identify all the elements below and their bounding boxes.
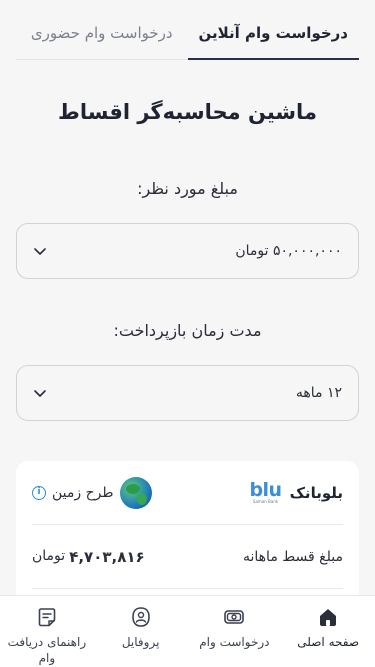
tab-online-loan[interactable]: درخواست وام آنلاین xyxy=(187,0,360,60)
amount-label: مبلغ مورد نظر: xyxy=(137,179,238,198)
amount-select[interactable]: ۵۰,۰۰۰,۰۰۰ تومان xyxy=(16,223,359,279)
bottom-navigation: صفحه اصلی درخواست وام پروفایل راهنمای در… xyxy=(0,595,375,667)
guide-icon xyxy=(38,608,56,627)
installment-row: مبلغ قسط ماهانه ۴,۷۰۳,۸۱۶ تومان xyxy=(32,525,343,589)
duration-select[interactable]: ۱۲ ماهه xyxy=(16,365,359,421)
loan-calculator-screen: درخواست وام آنلاین درخواست وام حضوری ماش… xyxy=(0,0,375,667)
duration-value: ۱۲ ماهه xyxy=(295,385,342,401)
page-title: ماشین محاسبه‌گر اقساط xyxy=(58,100,317,124)
nav-label: صفحه اصلی xyxy=(297,635,360,649)
nav-label: درخواست وام xyxy=(199,635,270,649)
chevron-down-icon xyxy=(34,248,46,255)
globe-icon xyxy=(119,476,152,509)
tab-in-person-loan[interactable]: درخواست وام حضوری xyxy=(16,0,188,59)
tab-label: درخواست وام آنلاین xyxy=(198,23,349,42)
nav-label: پروفایل xyxy=(121,635,160,649)
nav-label: راهنمای دریافت وام xyxy=(7,635,87,665)
bank-name: بلوبانک xyxy=(289,483,343,502)
card-header-row: بلوبانک blu Saman Bank طرح زمین i xyxy=(32,461,343,525)
profile-icon xyxy=(131,607,150,627)
plan-info[interactable]: طرح زمین i xyxy=(32,476,152,509)
blu-bank-logo: blu Saman Bank xyxy=(249,479,282,505)
chevron-down-icon xyxy=(34,390,46,397)
nav-home[interactable]: صفحه اصلی xyxy=(281,596,375,667)
duration-label: مدت زمان بازپرداخت: xyxy=(113,321,262,340)
plan-name: طرح زمین xyxy=(52,484,114,501)
tab-label: درخواست وام حضوری xyxy=(30,23,173,42)
home-icon xyxy=(320,609,337,626)
info-icon[interactable]: i xyxy=(32,485,46,500)
money-icon xyxy=(224,610,245,624)
nav-loan-request[interactable]: درخواست وام xyxy=(188,596,282,667)
nav-loan-guide[interactable]: راهنمای دریافت وام xyxy=(0,596,94,667)
amount-value: ۵۰,۰۰۰,۰۰۰ تومان xyxy=(235,243,342,259)
nav-profile[interactable]: پروفایل xyxy=(94,596,188,667)
loan-tabs: درخواست وام آنلاین درخواست وام حضوری xyxy=(16,0,359,60)
installment-unit: تومان xyxy=(32,547,66,564)
installment-amount: ۴,۷۰۳,۸۱۶ تومان xyxy=(32,548,145,566)
installment-label: مبلغ قسط ماهانه xyxy=(243,548,343,565)
bank-info: بلوبانک blu Saman Bank xyxy=(249,479,343,505)
installment-value: ۴,۷۰۳,۸۱۶ xyxy=(69,547,145,566)
